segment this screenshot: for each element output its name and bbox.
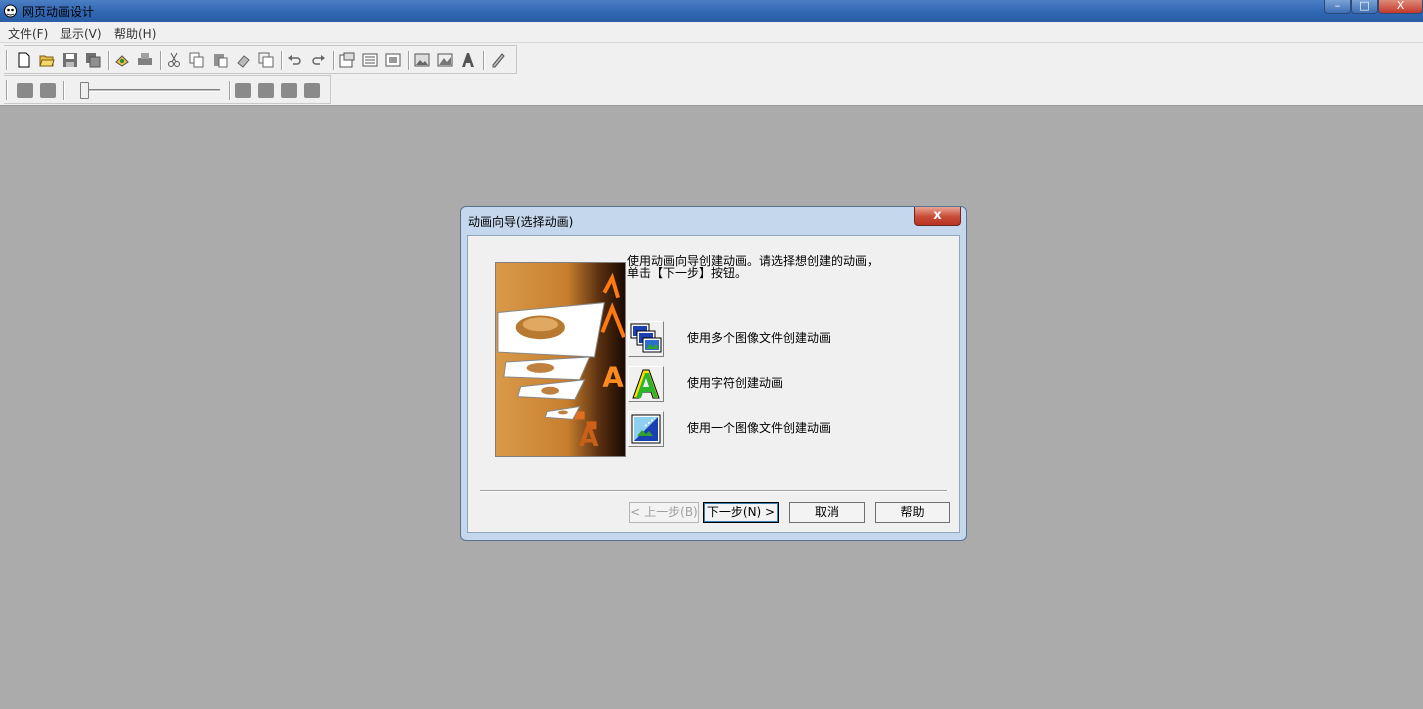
svg-text:A: A — [579, 423, 599, 453]
save-icon[interactable] — [62, 52, 78, 68]
close-button[interactable]: X — [1378, 0, 1423, 14]
new-file-icon[interactable] — [16, 52, 32, 68]
toolbar-separator — [63, 81, 65, 100]
window-title: 网页动画设计 — [22, 5, 95, 19]
maximize-button[interactable]: □ — [1351, 0, 1378, 14]
menu-help[interactable]: 帮助(H) — [114, 25, 156, 42]
menu-file[interactable]: 文件(F) — [8, 25, 48, 42]
animation-wizard-dialog: 动画向导(选择动画) x A A 使用动画向导创建动画。请选择想创建的动画， 单… — [460, 206, 967, 541]
next-button[interactable]: 下一步(N) > — [703, 502, 779, 523]
cut-icon[interactable] — [166, 52, 182, 68]
toolbar-separator — [408, 51, 410, 70]
frame-next-icon[interactable] — [281, 83, 297, 98]
undo-icon[interactable] — [287, 52, 303, 68]
toolbar-grip[interactable] — [6, 80, 8, 100]
frame-first-icon[interactable] — [17, 83, 33, 98]
stop-icon[interactable] — [258, 83, 274, 98]
text-animation-icon — [632, 369, 660, 399]
minimize-button[interactable]: – — [1324, 0, 1351, 14]
title-bar: 网页动画设计 – □ X — [0, 0, 1423, 22]
help-button[interactable]: 帮助 — [875, 502, 950, 523]
toolbar-separator — [229, 81, 231, 100]
wizard-illustration: A A — [495, 262, 626, 457]
dialog-body: A A 使用动画向导创建动画。请选择想创建的动画， 单击【下一步】按钮。 使用多… — [467, 235, 960, 533]
toolbar-area — [0, 43, 1423, 106]
duplicate-icon[interactable] — [258, 52, 274, 68]
image-icon[interactable] — [414, 52, 430, 68]
cancel-button[interactable]: 取消 — [789, 502, 865, 523]
toolbar-separator — [333, 51, 335, 70]
playback-toolbar — [4, 75, 331, 104]
option-single-image-label[interactable]: 使用一个图像文件创建动画 — [687, 419, 831, 436]
main-toolbar — [4, 45, 517, 74]
dialog-divider — [480, 490, 947, 492]
save-all-icon[interactable] — [85, 52, 101, 68]
menu-bar: 文件(F) 显示(V) 帮助(H) — [0, 22, 1423, 43]
menu-view[interactable]: 显示(V) — [60, 25, 102, 42]
preview-icon[interactable] — [114, 52, 130, 68]
option-multi-image-button[interactable] — [628, 321, 664, 357]
option-text-animation-label[interactable]: 使用字符创建动画 — [687, 374, 783, 391]
toolbar-separator — [483, 51, 485, 70]
dialog-close-button[interactable]: x — [914, 207, 961, 226]
dialog-title: 动画向导(选择动画) — [468, 215, 574, 229]
app-icon — [4, 4, 17, 18]
option-multi-image-label[interactable]: 使用多个图像文件创建动画 — [687, 329, 831, 346]
properties-icon[interactable] — [339, 52, 355, 68]
frame-prev-icon[interactable] — [40, 83, 56, 98]
print-icon[interactable] — [137, 52, 153, 68]
frame-slider-track[interactable] — [84, 89, 220, 92]
single-image-icon — [631, 414, 661, 444]
toolbar-separator — [281, 51, 283, 70]
image-effect-icon[interactable] — [437, 52, 453, 68]
play-icon[interactable] — [235, 83, 251, 98]
list-icon[interactable] — [362, 52, 378, 68]
text-effect-icon[interactable] — [460, 52, 476, 68]
copy-icon[interactable] — [189, 52, 205, 68]
toolbar-separator — [160, 51, 162, 70]
intro-line-2: 单击【下一步】按钮。 — [627, 266, 748, 280]
open-folder-icon[interactable] — [39, 52, 55, 68]
toolbar-grip[interactable] — [6, 50, 8, 70]
frame-icon[interactable] — [385, 52, 401, 68]
svg-text:A: A — [602, 361, 624, 394]
erase-icon[interactable] — [235, 52, 251, 68]
back-button[interactable]: < 上一步(B) — [629, 502, 699, 523]
option-text-animation-button[interactable] — [628, 366, 664, 402]
redo-icon[interactable] — [310, 52, 326, 68]
option-single-image-button[interactable] — [628, 411, 664, 447]
pen-icon[interactable] — [490, 52, 506, 68]
wizard-intro: 使用动画向导创建动画。请选择想创建的动画， 单击【下一步】按钮。 — [627, 255, 879, 279]
paste-icon[interactable] — [212, 52, 228, 68]
multi-image-icon — [630, 323, 662, 353]
toolbar-separator — [108, 51, 110, 70]
frame-slider-thumb[interactable] — [80, 82, 89, 99]
frame-last-icon[interactable] — [304, 83, 320, 98]
